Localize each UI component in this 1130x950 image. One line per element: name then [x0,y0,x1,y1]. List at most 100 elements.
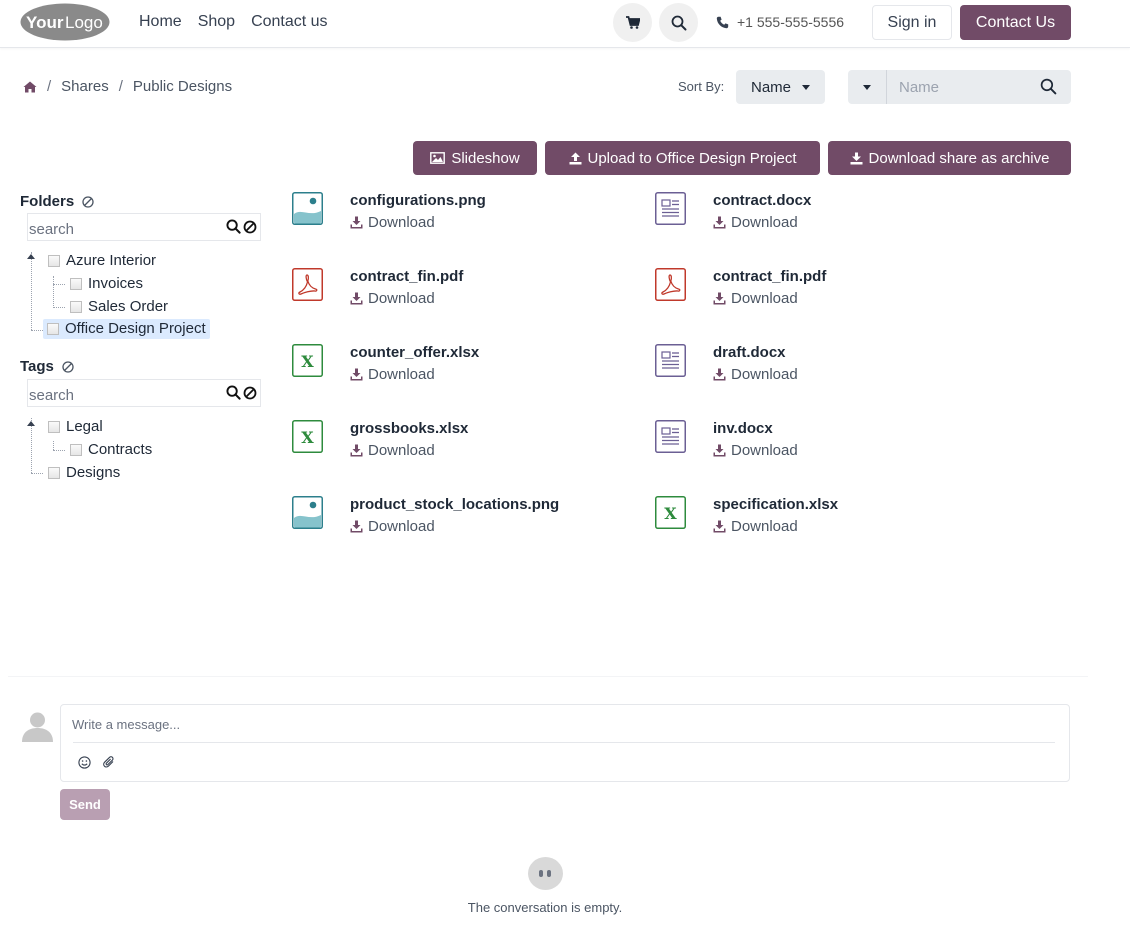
download-icon [850,152,863,164]
search-icon[interactable] [1040,78,1057,95]
download-label: Download [368,518,435,535]
file-download-link[interactable]: Download [350,518,435,535]
file-name[interactable]: contract_fin.pdf [713,268,826,285]
folder-label: Azure Interior [66,252,157,269]
message-input[interactable]: Write a message... [72,717,180,732]
tree-connector [53,284,65,285]
company-logo[interactable]: Your Logo [20,3,110,41]
file-download-link[interactable]: Download [350,290,435,307]
phone-link[interactable]: +1 555-555-5556 [716,14,844,30]
home-icon[interactable] [23,81,37,93]
nav-shop[interactable]: Shop [198,13,235,31]
file-download-link[interactable]: Download [350,366,435,383]
pdf-file-icon[interactable] [655,268,686,305]
breadcrumb-shares[interactable]: Shares [61,78,109,95]
image-icon [430,152,446,164]
send-button[interactable]: Send [60,789,110,820]
cart-icon [625,16,640,29]
file-name[interactable]: product_stock_locations.png [350,496,559,513]
contact-us-button[interactable]: Contact Us [960,5,1071,40]
file-download-link[interactable]: Download [713,366,798,383]
folders-title-text: Folders [20,193,75,210]
folder-checkbox[interactable] [48,254,60,267]
file-download-link[interactable]: Download [713,442,798,459]
pdf-file-icon[interactable] [292,268,323,305]
file-download-link[interactable]: Download [713,290,798,307]
tag-item-contracts[interactable]: Contracts [70,441,152,458]
tag-item-designs[interactable]: Designs [48,464,120,481]
file-name[interactable]: specification.xlsx [713,496,838,513]
search-icon[interactable] [226,219,241,234]
folders-search[interactable]: search [27,213,261,241]
download-archive-label: Download share as archive [868,149,1050,167]
sort-dropdown[interactable]: Name [736,70,825,104]
file-name[interactable]: contract_fin.pdf [350,268,463,285]
tag-item-legal[interactable]: Legal [48,418,103,435]
chevron-down-icon [802,85,810,90]
file-name[interactable]: inv.docx [713,420,773,437]
file-name[interactable]: draft.docx [713,344,786,361]
image-file-icon[interactable] [292,496,323,533]
file-name[interactable]: grossbooks.xlsx [350,420,468,437]
file-download-link[interactable]: Download [713,214,798,231]
file-name[interactable]: contract.docx [713,192,811,209]
spreadsheet-file-icon[interactable]: X [292,344,323,381]
search-group: Name [848,70,1071,104]
svg-text:X: X [301,352,314,371]
file-download-link[interactable]: Download [350,442,435,459]
folder-checkbox[interactable] [70,277,82,290]
slideshow-button[interactable]: Slideshow [413,141,537,175]
tags-search[interactable]: search [27,379,261,407]
folder-item-azure-interior[interactable]: Azure Interior [48,252,156,269]
folder-item-office-design-project[interactable]: Office Design Project [43,319,210,339]
search-icon[interactable] [226,385,241,400]
clear-filter-icon[interactable] [62,360,74,373]
image-file-icon[interactable] [292,192,323,229]
collapse-toggle-icon[interactable] [27,421,35,426]
file-download-link[interactable]: Download [713,518,798,535]
nav-home[interactable]: Home [139,13,182,31]
document-file-icon[interactable] [655,420,686,457]
chevron-down-icon [863,84,871,90]
folder-item-sales-order[interactable]: Sales Order [70,298,168,315]
search-input[interactable]: Name [899,79,939,96]
folder-item-invoices[interactable]: Invoices [70,275,143,292]
document-file-icon[interactable] [655,344,686,381]
download-icon [350,444,363,457]
upload-button[interactable]: Upload to Office Design Project [545,141,820,175]
sort-by-label: Sort By: [678,79,725,94]
folder-checkbox[interactable] [47,322,59,335]
file-download-link[interactable]: Download [350,214,435,231]
attachment-icon[interactable] [103,756,115,769]
spreadsheet-file-icon[interactable]: X [292,420,323,457]
spreadsheet-file-icon[interactable]: X [655,496,686,533]
collapse-toggle-icon[interactable] [27,254,35,259]
upload-label: Upload to Office Design Project [587,149,797,167]
nav-contact[interactable]: Contact us [251,13,327,31]
tag-checkbox[interactable] [48,420,60,433]
tag-checkbox[interactable] [48,466,60,479]
folder-checkbox[interactable] [70,300,82,313]
cart-button[interactable] [613,3,652,42]
document-file-icon[interactable] [655,192,686,229]
clear-filter-icon[interactable] [82,195,94,208]
tree-connector [31,473,43,474]
clear-search-icon[interactable] [243,386,257,400]
breadcrumb-public-designs: Public Designs [132,78,233,95]
clear-search-icon[interactable] [243,220,257,234]
sign-in-button[interactable]: Sign in [872,5,952,40]
composer-divider [73,742,1055,743]
tag-checkbox[interactable] [70,443,82,456]
logo-text-logo: Logo [65,13,103,32]
search-button[interactable] [659,3,698,42]
folders-search-input[interactable]: search [29,221,74,238]
download-archive-button[interactable]: Download share as archive [828,141,1071,175]
emoji-icon[interactable] [78,756,91,769]
tag-label: Legal [66,418,103,435]
svg-text:X: X [301,428,314,447]
search-filter-dropdown[interactable] [848,70,887,104]
file-name[interactable]: counter_offer.xlsx [350,344,479,361]
tags-search-input[interactable]: search [29,387,74,404]
folders-title: Folders [20,193,94,210]
file-name[interactable]: configurations.png [350,192,486,209]
